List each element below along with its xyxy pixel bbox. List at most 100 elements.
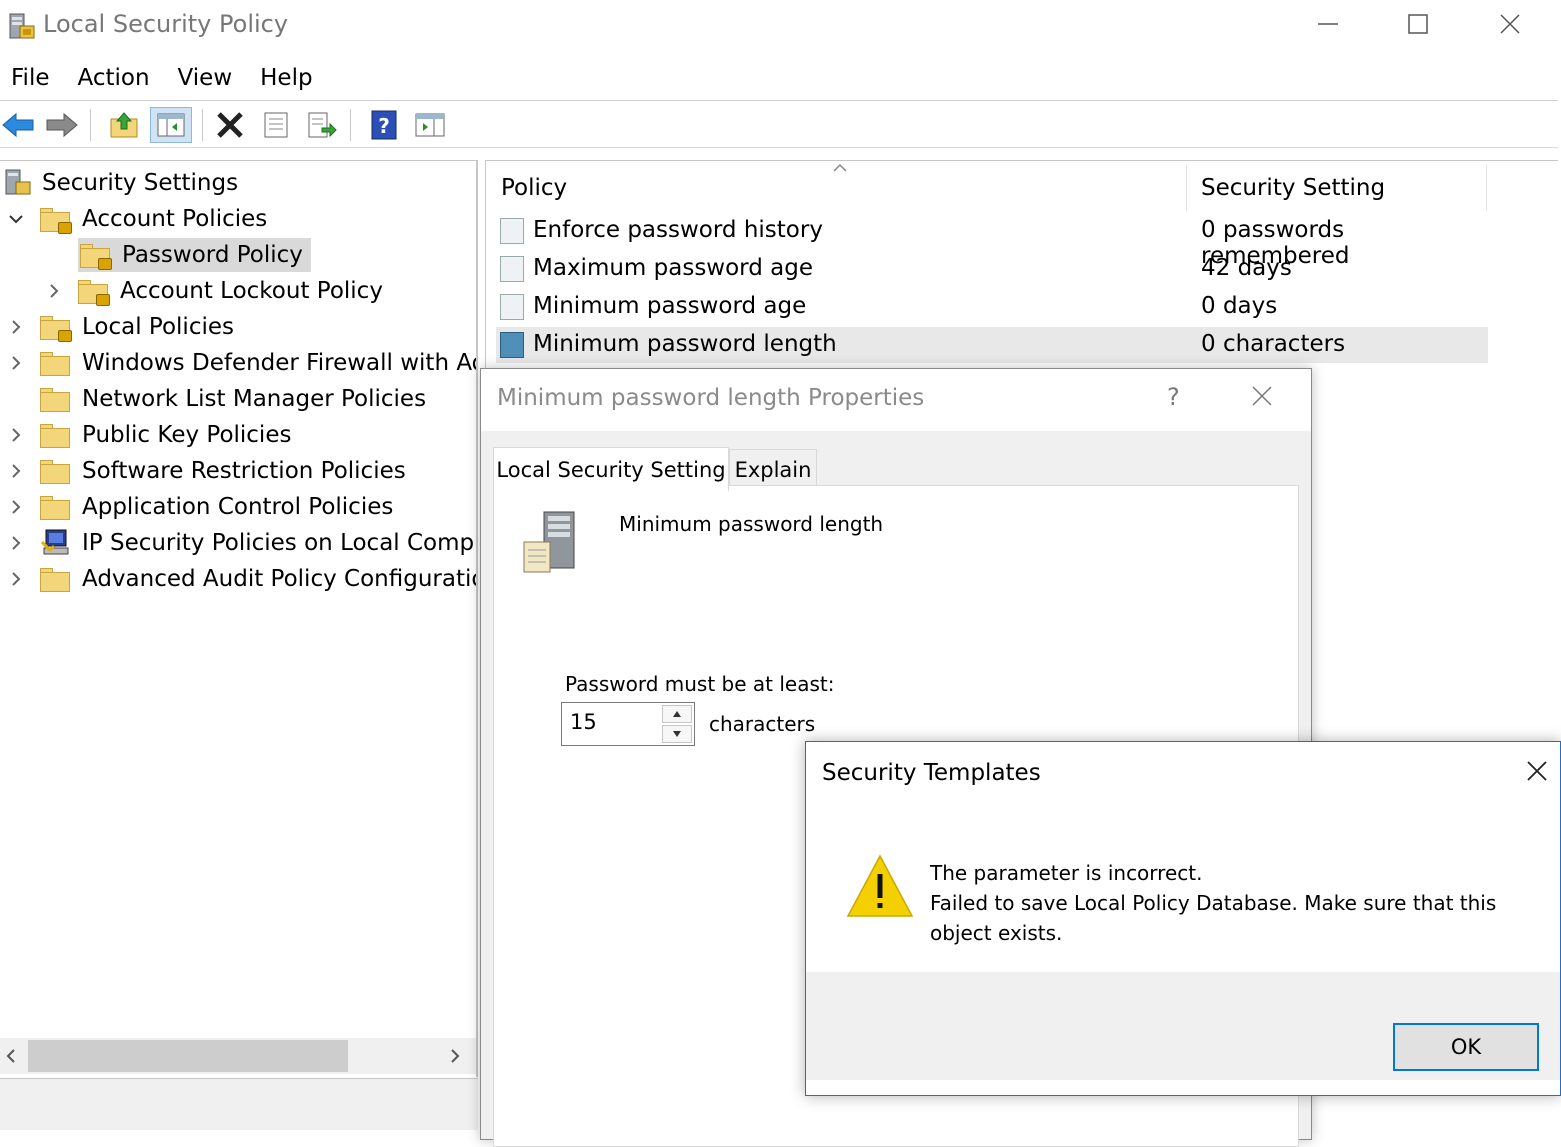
chevron-right-icon[interactable] [6,569,26,589]
locked-folder-icon [40,314,72,342]
tree-label: Account Policies [82,206,268,232]
chevron-down-icon[interactable] [6,209,26,229]
forward-button[interactable] [44,107,80,143]
menu-help[interactable]: Help [249,65,329,91]
back-button[interactable] [0,107,36,143]
folder-icon [40,494,70,520]
horizontal-scrollbar[interactable] [0,1038,476,1074]
menu-action[interactable]: Action [67,65,167,91]
spinner-value[interactable]: 15 [570,710,597,734]
properties-icon [264,112,288,138]
dialog-help-button[interactable]: ? [1167,383,1180,411]
chevron-right-icon[interactable] [6,461,26,481]
menu-file[interactable]: File [0,65,67,91]
folder-icon [40,350,70,376]
policy-binary-icon [500,218,524,244]
ok-button[interactable]: OK [1393,1023,1539,1071]
error-message: The parameter is incorrect. Failed to sa… [930,858,1530,948]
tree-node-account-lockout-policy[interactable]: Account Lockout Policy [44,273,383,309]
tree-node-application-control-policies[interactable]: Application Control Policies [6,489,393,525]
console-tree: Security Settings Account Policies Passw… [0,160,478,1077]
tree-node-ip-security-policies[interactable]: IP Security Policies on Local Computer [6,525,478,561]
tree-label: Software Restriction Policies [82,458,406,484]
error-dialog: Security Templates The parameter is inco… [805,741,1561,1096]
locked-folder-icon [78,278,110,306]
delete-icon [217,112,243,138]
scrollbar-thumb[interactable] [28,1040,348,1072]
close-window-button[interactable] [1464,0,1556,48]
show-hide-console-tree-button[interactable] [150,107,192,143]
list-row[interactable]: Enforce password history 0 passwords rem… [496,213,1488,269]
properties-button[interactable] [258,107,294,143]
status-bar [0,1078,478,1130]
spin-down-button[interactable] [662,725,692,743]
policy-binary-icon [500,256,524,282]
list-row-selected[interactable]: Minimum password length 0 characters [496,327,1488,363]
policy-setting: 0 days [1201,293,1278,319]
export-list-button[interactable] [304,107,340,143]
menu-view[interactable]: View [167,65,250,91]
column-divider[interactable] [1186,165,1187,211]
tree-node-account-policies[interactable]: Account Policies [6,201,267,237]
policy-binary-icon [500,332,524,358]
tree-label: Windows Defender Firewall with Advanced … [82,350,476,376]
tab-explain[interactable]: Explain [729,449,817,489]
column-header-policy[interactable]: Policy [501,175,567,201]
folder-icon [40,566,70,592]
dialog-title: Minimum password length Properties [497,385,925,411]
folder-icon [40,458,70,484]
title-bar: Local Security Policy [0,0,1561,52]
tree-label: Local Policies [82,314,234,340]
chevron-right-icon[interactable] [6,533,26,553]
list-row[interactable]: Maximum password age 42 days [496,251,1488,287]
tree-node-security-settings[interactable]: Security Settings [4,165,238,201]
chevron-right-icon[interactable] [6,425,26,445]
tree-node-advanced-audit-policy[interactable]: Advanced Audit Policy Configuration [6,561,476,597]
tree-node-public-key-policies[interactable]: Public Key Policies [6,417,291,453]
policy-title: Minimum password length [619,512,884,536]
maximize-button[interactable] [1372,0,1464,48]
svg-text:?: ? [378,114,390,138]
spin-up-button[interactable] [662,705,692,723]
error-message-line: Failed to save Local Policy Database. Ma… [930,891,1497,945]
up-folder-icon [110,112,138,138]
list-row[interactable]: Minimum password age 0 days [496,289,1488,325]
scroll-left-icon[interactable] [4,1048,18,1064]
column-header-security-setting[interactable]: Security Setting [1201,175,1385,201]
min-length-label: Password must be at least: [565,672,835,696]
delete-button[interactable] [212,107,248,143]
show-hide-action-pane-button[interactable] [412,107,448,143]
dialog-button-bar: OK [806,972,1560,1080]
chevron-right-icon[interactable] [6,317,26,337]
error-message-line: The parameter is incorrect. [930,861,1203,885]
export-list-icon [308,112,337,138]
close-icon[interactable] [1524,758,1550,784]
toolbar-separator [202,109,203,141]
up-one-level-button[interactable] [106,107,142,143]
tree-label: IP Security Policies on Local Computer [82,530,478,556]
tab-local-security-setting[interactable]: Local Security Setting [493,447,729,491]
scroll-right-icon[interactable] [448,1048,462,1064]
tree-label: Password Policy [122,242,303,268]
close-icon[interactable] [1249,383,1275,409]
min-length-spinner[interactable]: 15 [561,702,695,746]
tree-node-windows-defender-firewall[interactable]: Windows Defender Firewall with Advanced … [6,345,476,381]
chevron-right-icon[interactable] [6,353,26,373]
triangle-down-icon [673,731,681,737]
tree-node-local-policies[interactable]: Local Policies [6,309,234,345]
menu-bar: File Action View Help [0,56,1561,100]
policy-setting: 42 days [1201,255,1292,281]
tree-node-password-policy[interactable]: Password Policy [44,237,311,273]
chevron-right-icon[interactable] [44,281,64,301]
show-hide-tree-icon [157,113,185,137]
chevron-right-icon[interactable] [6,497,26,517]
triangle-up-icon [673,711,681,717]
tree-node-software-restriction-policies[interactable]: Software Restriction Policies [6,453,406,489]
policy-name: Minimum password length [533,331,837,357]
column-divider[interactable] [1486,165,1487,211]
minimize-button[interactable] [1282,0,1374,48]
help-button[interactable]: ? [366,107,402,143]
selected-node-highlight: Password Policy [78,238,311,272]
security-policy-app-icon [9,13,35,39]
tree-node-network-list-manager-policies[interactable]: Network List Manager Policies [6,381,426,417]
